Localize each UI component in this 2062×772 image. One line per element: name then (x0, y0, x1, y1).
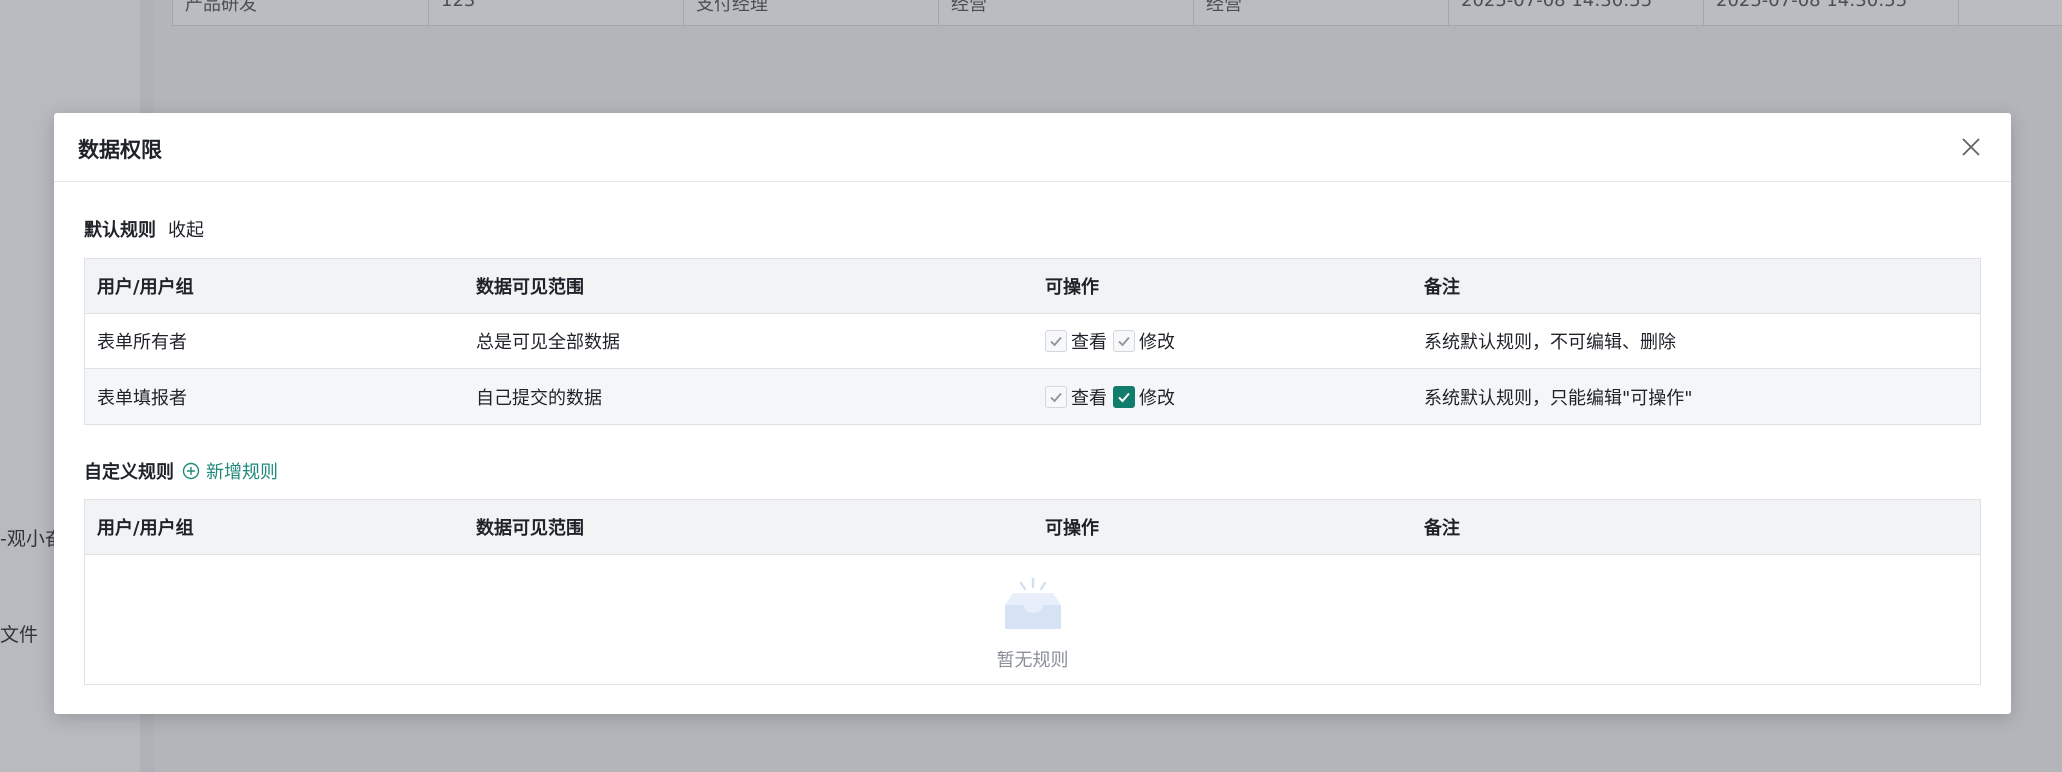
view-checkbox (1045, 330, 1067, 352)
background-cell: 123 (441, 0, 476, 11)
rule-user: 表单所有者 (97, 332, 187, 353)
collapse-button[interactable]: 收起 (168, 216, 204, 242)
default-rules-title: 默认规则 (84, 220, 156, 241)
column-header-user: 用户/用户组 (97, 518, 194, 539)
rule-note: 系统默认规则，不可编辑、删除 (1424, 332, 1676, 353)
default-rules-table: 用户/用户组 数据可见范围 可操作 备注 表单所有者 总是可见全部数据 查看 修… (84, 258, 1981, 425)
check-icon (1118, 392, 1130, 402)
rule-scope: 总是可见全部数据 (476, 332, 620, 353)
background-table-row: 产品研发 123 支付经理 经营 经营 2025-07-08 14:30:55 … (172, 0, 2062, 26)
rule-scope: 自己提交的数据 (476, 387, 602, 409)
view-label: 查看 (1071, 387, 1107, 409)
background-cell: 产品研发 (185, 0, 257, 15)
background-sidebar-item: 文件 (0, 624, 39, 646)
edit-label: 修改 (1139, 332, 1175, 353)
rule-ops: 查看 修改 (1033, 384, 1412, 410)
custom-rules-table: 用户/用户组 数据可见范围 可操作 备注 暂无规则 (84, 499, 1981, 685)
check-icon (1118, 336, 1130, 347)
plus-circle-icon (182, 462, 200, 480)
background-cell: 经营 (951, 0, 987, 15)
edit-label[interactable]: 修改 (1139, 384, 1175, 410)
column-header-note: 备注 (1424, 277, 1460, 298)
empty-text: 暂无规则 (996, 650, 1069, 671)
column-header-ops: 可操作 (1045, 518, 1099, 539)
table-row: 表单所有者 总是可见全部数据 查看 修改 系统默认规则，不可编辑、删除 (85, 314, 1980, 369)
close-icon[interactable] (1959, 135, 1983, 159)
view-label: 查看 (1071, 332, 1107, 353)
custom-rules-header: 自定义规则 新增规则 (84, 458, 278, 484)
background-cell: 2025-07-08 14:30:55 (1461, 0, 1653, 11)
check-icon (1050, 392, 1062, 402)
dialog-title: 数据权限 (78, 138, 162, 162)
background-cell: 经营 (1206, 0, 1242, 15)
data-permission-dialog: 数据权限 默认规则 收起 用户/用户组 数据可见范围 可操作 备注 表单所有者 … (54, 113, 2011, 714)
view-checkbox (1045, 385, 1067, 408)
default-rules-header: 默认规则 收起 (84, 216, 204, 242)
custom-rules-title: 自定义规则 (84, 462, 174, 483)
table-header-row: 用户/用户组 数据可见范围 可操作 备注 (85, 500, 1980, 555)
column-header-scope: 数据可见范围 (476, 277, 584, 298)
column-header-note: 备注 (1424, 518, 1460, 539)
edit-checkbox[interactable] (1113, 385, 1135, 408)
table-row: 表单填报者 自己提交的数据 查看 修改 系统默认规则，只能编辑"可操作" (85, 369, 1980, 424)
background-cell: 支付经理 (696, 0, 768, 15)
empty-inbox-icon (1005, 577, 1061, 629)
column-header-scope: 数据可见范围 (476, 518, 584, 539)
rule-ops: 查看 修改 (1033, 328, 1412, 354)
edit-checkbox (1113, 330, 1135, 352)
table-header-row: 用户/用户组 数据可见范围 可操作 备注 (85, 259, 1980, 314)
background-cell: 2025-07-08 14:30:55 (1716, 0, 1908, 11)
rule-user: 表单填报者 (97, 387, 187, 409)
add-rule-button[interactable]: 新增规则 (182, 458, 278, 484)
dialog-header: 数据权限 (54, 113, 2011, 182)
check-icon (1050, 336, 1062, 347)
empty-state: 暂无规则 (85, 555, 1980, 684)
column-header-ops: 可操作 (1045, 277, 1099, 298)
column-header-user: 用户/用户组 (97, 277, 194, 298)
add-rule-label[interactable]: 新增规则 (206, 458, 278, 484)
rule-note: 系统默认规则，只能编辑"可操作" (1424, 387, 1693, 409)
